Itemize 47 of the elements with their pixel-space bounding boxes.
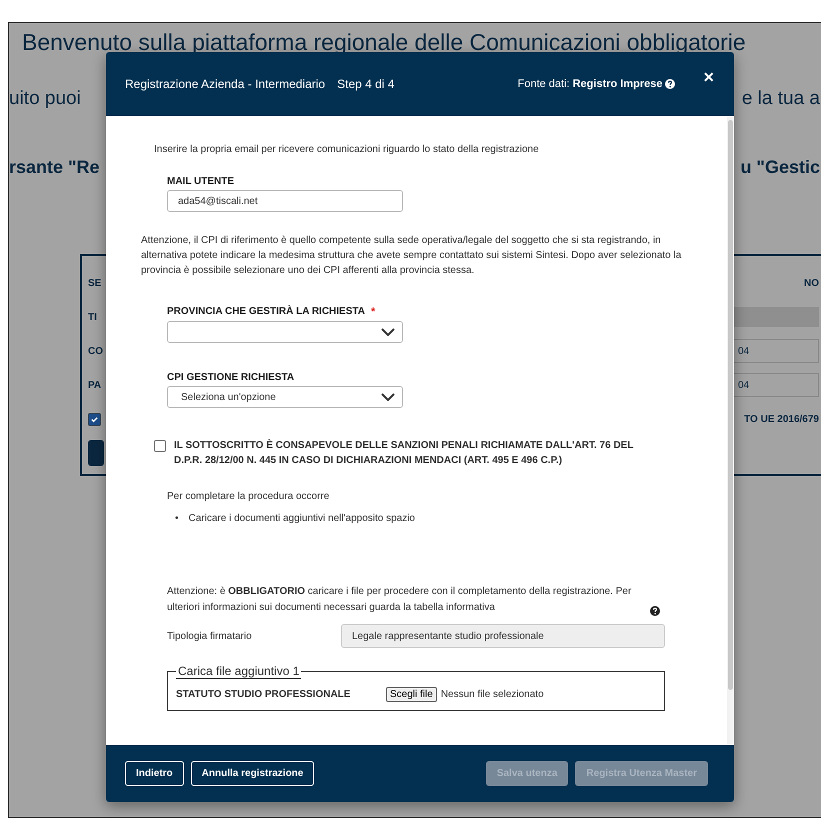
help-icon[interactable] <box>650 606 660 616</box>
page-text: u "Gestic <box>740 157 820 178</box>
list-bullet: • <box>175 513 179 524</box>
checkbox[interactable] <box>88 412 101 426</box>
choose-file-button[interactable]: Scegli file <box>386 687 437 702</box>
field-label: PROVINCIA CHE GESTIRÀ LA RICHIESTA <box>167 306 365 318</box>
dropdown-field[interactable]: Seleziona un'opzione <box>167 386 403 408</box>
list-item: Caricare i documenti aggiuntivi nell'apposito spazio <box>188 513 415 524</box>
checkbox[interactable] <box>154 440 166 452</box>
email-field[interactable]: ada54@tiscali.net <box>167 190 403 212</box>
readonly-field: Legale rappresentante studio professionale <box>341 624 665 648</box>
source-label: Fonte dati: <box>518 78 570 90</box>
scrollbar-thumb[interactable] <box>728 120 733 690</box>
file-status: Nessun file selezionato <box>440 689 544 700</box>
fieldset-legend: Carica file aggiuntivo 1 <box>176 664 302 679</box>
footer-button[interactable]: Annulla registrazione <box>190 761 314 786</box>
page-text: uito puoi <box>9 88 81 110</box>
field-label: PA <box>88 380 102 390</box>
consent-text: TO UE 2016/679 <box>744 414 819 424</box>
checkmark-icon <box>90 414 99 424</box>
chevron-down-icon <box>381 393 395 401</box>
close-button[interactable]: × <box>701 66 716 88</box>
chevron-down-icon <box>381 328 395 336</box>
intro-text: Inserire la propria email per ricevere comunicazioni riguardo lo stato della registrazione <box>154 144 540 155</box>
required-mark: * <box>370 306 376 318</box>
help-icon[interactable] <box>665 79 676 89</box>
step-indicator: Step 4 di 4 <box>337 77 394 91</box>
page-text: rsante "Re <box>9 157 100 178</box>
field-label: CO <box>88 346 103 356</box>
field-label: MAIL UTENTE <box>167 176 236 187</box>
scrollbar[interactable] <box>727 116 734 745</box>
page-text: e la tua a <box>742 88 820 110</box>
page-title: Benvenuto sulla piattaforma regionale delle Comunicazioni obbligatorie <box>21 28 747 56</box>
field-label: CPI GESTIONE RICHIESTA <box>167 372 294 383</box>
field-label: Tipologia firmatario <box>167 630 253 642</box>
document-label: STATUTO STUDIO PROFESSIONALE <box>176 689 352 700</box>
footer-button[interactable]: Indietro <box>125 761 184 786</box>
option-label: NO <box>804 278 819 288</box>
source-value: Registro Imprese <box>572 78 662 90</box>
declaration-text: IL SOTTOSCRITTO È CONSAPEVOLE DELLE SANZIONI PENALI RICHIAMATE DALL'ART. 76 DEL D.P.R. 28/12/00 N. 445 IN CASO DI DICHIARAZIONI MENDACI (ART. 495 E 496 C.P.) <box>174 438 634 468</box>
field-label: TI <box>88 312 97 322</box>
mandatory-notice: Attenzione: è OBBLIGATORIO caricare i file per procedere con il completamento della registrazione. Per ulteriori informazioni sui documenti necessari guarda la tabella informativa <box>167 585 632 615</box>
field-label: SE <box>88 278 102 288</box>
dropdown-field[interactable] <box>167 321 403 343</box>
procedure-heading: Per completare la procedura occorre <box>167 491 330 502</box>
notice-text: Attenzione, il CPI di riferimento è quello competente sulla sede operativa/legale del soggetto che si sta registrando, in alternativa potete indicare la medesima struttura che avete sempre contattato sui sistemi Sintesi. Dopo aver selezionato la provincia è possibile selezionare uno dei CPI afferenti alla provincia stessa. <box>141 234 682 278</box>
dialog-title: Registrazione Azienda - Intermediario <box>125 77 326 91</box>
